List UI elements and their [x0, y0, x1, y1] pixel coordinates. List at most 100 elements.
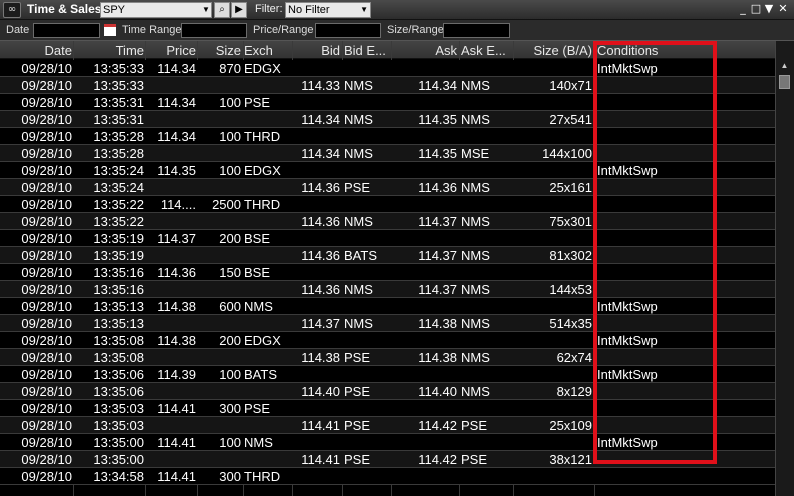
- cell-price: 114.34: [157, 129, 196, 144]
- price-range-input[interactable]: [315, 23, 381, 38]
- cell-time: 13:35:28: [93, 146, 144, 161]
- column-header-time[interactable]: Time: [74, 43, 144, 58]
- table-row[interactable]: 09/28/10 13:35:19 114.37 200 BSE: [0, 230, 775, 247]
- close-icon[interactable]: ✕: [777, 2, 789, 16]
- column-header-ask-exch[interactable]: Ask E...: [461, 43, 511, 58]
- cell-size: 300: [219, 469, 241, 484]
- search-icon[interactable]: ⌕: [214, 2, 230, 18]
- table-row[interactable]: 09/28/10 13:35:31 114.34 NMS 114.35 NMS 27x541: [0, 111, 775, 128]
- menu-arrow-icon[interactable]: ▼: [763, 2, 775, 16]
- app-link-icon[interactable]: ∞: [3, 2, 21, 18]
- cell-bid: 114.36: [301, 282, 340, 297]
- date-input[interactable]: [33, 23, 100, 38]
- cell-price: 114.41: [157, 435, 196, 450]
- table-row[interactable]: 09/28/10 13:35:13 114.38 600 NMS IntMktSwp: [0, 298, 775, 315]
- time-range-label: Time Range: [122, 24, 182, 36]
- column-header-conditions[interactable]: Conditions: [597, 43, 717, 58]
- cell-conditions: IntMktSwp: [597, 435, 658, 450]
- cell-date: 09/28/10: [21, 248, 72, 263]
- table-row[interactable]: 09/28/10 13:35:22 114.36 NMS 114.37 NMS 75x301: [0, 213, 775, 230]
- table-row[interactable]: 09/28/10 13:35:06 114.40 PSE 114.40 NMS 8x129: [0, 383, 775, 400]
- table-row[interactable]: 09/28/10 13:35:06 114.39 100 BATS IntMktSwp: [0, 366, 775, 383]
- maximize-icon[interactable]: □: [750, 2, 762, 16]
- cell-date: 09/28/10: [21, 78, 72, 93]
- cell-size-ba: 140x71: [549, 78, 592, 93]
- scroll-thumb[interactable]: [779, 75, 790, 89]
- cell-bid-exch: NMS: [344, 316, 373, 331]
- cell-ask: 114.42: [418, 452, 457, 467]
- cell-date: 09/28/10: [21, 214, 72, 229]
- table-header: Date Time Price Size Exch Bid Bid E... Ask Ask E…: [0, 41, 775, 59]
- table-row[interactable]: 09/28/10 13:35:08 114.38 200 EDGX IntMktSwp: [0, 332, 775, 349]
- table-row[interactable]: 09/28/10 13:35:28 114.34 NMS 114.35 MSE 144x10…: [0, 145, 775, 162]
- cell-ask: 114.37: [418, 248, 457, 263]
- table-row[interactable]: 09/28/10 13:35:03 114.41 300 PSE: [0, 400, 775, 417]
- cell-size: 100: [219, 129, 241, 144]
- column-header-size[interactable]: Size: [198, 43, 241, 58]
- cell-size-ba: 38x121: [549, 452, 592, 467]
- cell-time: 13:35:28: [93, 129, 144, 144]
- table-row[interactable]: 09/28/10 13:35:00 114.41 PSE 114.42 PSE 38x121: [0, 451, 775, 468]
- table-row[interactable]: 09/28/10 13:35:16 114.36 150 BSE: [0, 264, 775, 281]
- table-row[interactable]: 09/28/10 13:35:24 114.35 100 EDGX IntMktSwp: [0, 162, 775, 179]
- time-range-input[interactable]: [181, 23, 247, 38]
- cell-ask: 114.38: [418, 316, 457, 331]
- cell-date: 09/28/10: [21, 180, 72, 195]
- date-label: Date: [6, 24, 30, 36]
- minimize-icon[interactable]: _: [737, 2, 749, 16]
- play-icon[interactable]: ▶: [231, 2, 247, 18]
- column-header-price[interactable]: Price: [146, 43, 196, 58]
- chevron-down-icon[interactable]: ▼: [200, 2, 212, 18]
- column-header-ask[interactable]: Ask: [392, 43, 457, 58]
- cell-exch: THRD: [244, 469, 281, 484]
- calendar-icon[interactable]: [104, 24, 116, 36]
- table-row[interactable]: 09/28/10 13:35:28 114.34 100 THRD: [0, 128, 775, 145]
- column-header-bid[interactable]: Bid: [294, 43, 340, 58]
- column-header-size-ba[interactable]: Size (B/A): [514, 43, 592, 58]
- cell-size-ba: 144x53: [549, 282, 592, 297]
- cell-date: 09/28/10: [21, 333, 72, 348]
- cell-bid: 114.33: [301, 78, 340, 93]
- cell-date: 09/28/10: [21, 61, 72, 76]
- column-header-date[interactable]: Date: [4, 43, 72, 58]
- column-header-bid-exch[interactable]: Bid E...: [344, 43, 390, 58]
- cell-date: 09/28/10: [21, 299, 72, 314]
- cell-price: 114.41: [157, 401, 196, 416]
- cell-bid-exch: PSE: [344, 180, 371, 195]
- table-row[interactable]: 09/28/10 13:35:22 114.... 2500 THRD: [0, 196, 775, 213]
- size-range-input[interactable]: [443, 23, 510, 38]
- cell-time: 13:35:31: [93, 112, 144, 127]
- table-row[interactable]: 09/28/10 13:35:33 114.34 870 EDGX IntMktSwp: [0, 60, 775, 77]
- cell-time: 13:35:13: [93, 299, 144, 314]
- cell-time: 13:35:00: [93, 435, 144, 450]
- cell-time: 13:35:31: [93, 95, 144, 110]
- cell-date: 09/28/10: [21, 129, 72, 144]
- filter-select[interactable]: No Filter ▼: [285, 2, 371, 18]
- table-row[interactable]: 09/28/10 13:35:24 114.36 PSE 114.36 NMS 25x161: [0, 179, 775, 196]
- table-row[interactable]: 09/28/10 13:35:31 114.34 100 PSE: [0, 94, 775, 111]
- cell-date: 09/28/10: [21, 231, 72, 246]
- column-header-exch[interactable]: Exch: [244, 43, 292, 58]
- table-row[interactable]: 09/28/10 13:35:33 114.33 NMS 114.34 NMS 140x71: [0, 77, 775, 94]
- cell-price: 114.35: [157, 163, 196, 178]
- cell-bid-exch: PSE: [344, 452, 371, 467]
- cell-ask-exch: NMS: [461, 248, 490, 263]
- cell-ask: 114.40: [418, 384, 457, 399]
- table-row[interactable]: 09/28/10 13:35:00 114.41 100 NMS IntMktSwp: [0, 434, 775, 451]
- cell-ask-exch: NMS: [461, 282, 490, 297]
- price-range-label: Price/Range: [253, 24, 314, 36]
- table-row[interactable]: 09/28/10 13:35:16 114.36 NMS 114.37 NMS 144x53: [0, 281, 775, 298]
- table-row[interactable]: 09/28/10 13:35:13 114.37 NMS 114.38 NMS 514x35: [0, 315, 775, 332]
- cell-size: 2500: [212, 197, 241, 212]
- cell-ask-exch: PSE: [461, 452, 488, 467]
- table-row[interactable]: 09/28/10 13:35:19 114.36 BATS 114.37 NMS 81x30…: [0, 247, 775, 264]
- table-row[interactable]: 09/28/10 13:35:08 114.38 PSE 114.38 NMS 62x74: [0, 349, 775, 366]
- cell-exch: EDGX: [244, 333, 281, 348]
- scroll-up-icon[interactable]: ▲: [778, 59, 791, 72]
- cell-exch: BSE: [244, 265, 271, 280]
- table-row[interactable]: 09/28/10 13:34:58 114.41 300 THRD: [0, 468, 775, 485]
- cell-time: 13:35:08: [93, 333, 144, 348]
- vertical-scrollbar[interactable]: ▲: [775, 41, 794, 496]
- symbol-input[interactable]: SPY: [100, 2, 212, 18]
- table-row[interactable]: 09/28/10 13:35:03 114.41 PSE 114.42 PSE 25x109: [0, 417, 775, 434]
